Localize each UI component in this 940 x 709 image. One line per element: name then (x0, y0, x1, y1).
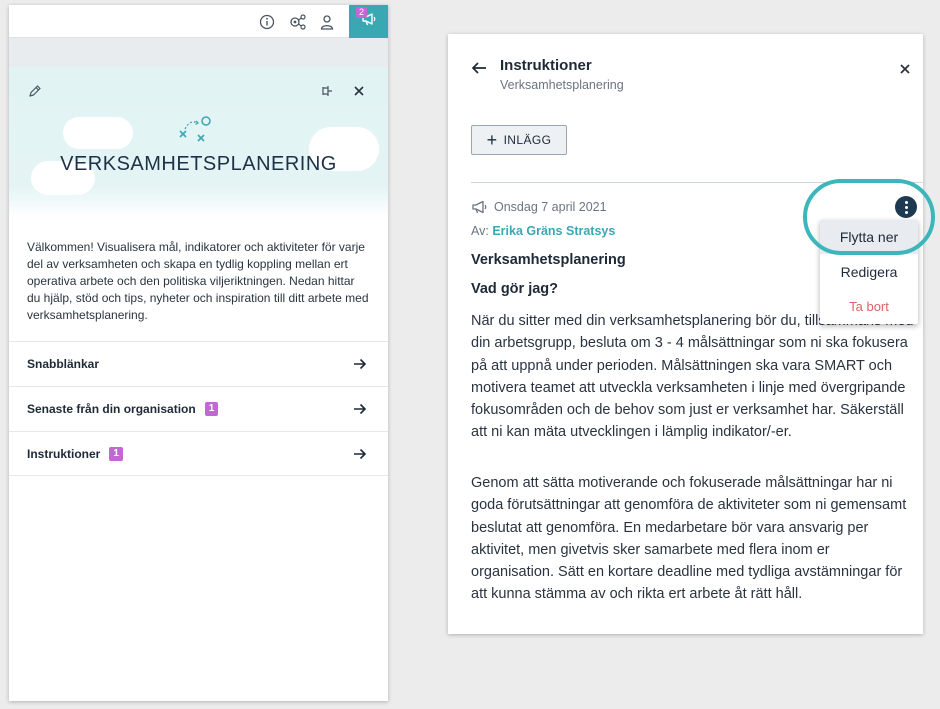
hero-banner: VERKSAMHETSPLANERING (9, 67, 388, 217)
back-arrow-icon[interactable] (470, 60, 488, 81)
menu-item-edit[interactable]: Redigera (820, 255, 918, 289)
pin-icon[interactable] (316, 81, 336, 101)
nav-item-label: Snabblänkar (27, 357, 100, 371)
announcements-badge: 2 (356, 7, 368, 18)
intro-text: Välkommen! Visualisera mål, indikatorer … (27, 240, 369, 322)
pencil-icon[interactable] (25, 81, 45, 101)
settings-network-icon[interactable] (287, 12, 307, 32)
post-date-row: Onsdag 7 april 2021 (471, 200, 607, 214)
post-author-row: Av: Erika Gräns Stratsys (471, 224, 615, 238)
top-toolbar: 2 (9, 5, 388, 38)
post-heading: Verksamhetsplanering (471, 252, 626, 268)
add-post-button[interactable]: + INLÄGG (471, 125, 567, 155)
nav-item-instruktioner[interactable]: Instruktioner 1 (9, 431, 388, 476)
hero-title: VERKSAMHETSPLANERING (60, 153, 337, 175)
nav-item-label: Senaste från din organisation (27, 402, 196, 416)
toolbar-strip (9, 38, 388, 67)
post-paragraph: När du sitter med din verksamhetsplaneri… (471, 313, 914, 441)
post-author-link[interactable]: Erika Gräns Stratsys (492, 224, 615, 238)
cloud-decoration (63, 117, 133, 149)
close-icon[interactable] (899, 62, 911, 80)
menu-item-move-down[interactable]: Flytta ner (820, 220, 918, 254)
user-icon[interactable] (317, 12, 337, 32)
panel-subtitle: Verksamhetsplanering (500, 78, 624, 92)
post-subheading: Vad gör jag? (471, 281, 559, 297)
divider (471, 182, 923, 183)
megaphone-icon (472, 200, 487, 214)
nav-item-snabblankar[interactable]: Snabblänkar (9, 341, 388, 386)
post-options-menu: Flytta ner Redigera Ta bort (820, 220, 918, 324)
author-prefix: Av: (471, 224, 489, 238)
nav-count-badge: 1 (109, 446, 123, 461)
close-icon[interactable] (349, 81, 369, 101)
plus-icon: + (486, 130, 498, 150)
instructions-panel: Instruktioner Verksamhetsplanering + INL… (448, 34, 923, 634)
start-panel: 2 VERKSAMHETSPLANERING Välkommen! Visual… (9, 5, 388, 701)
arrow-right-icon (352, 401, 368, 422)
panel-title: Instruktioner (500, 57, 592, 74)
post-date: Onsdag 7 april 2021 (494, 200, 607, 214)
strategy-icon (178, 115, 214, 150)
info-icon[interactable] (257, 12, 277, 32)
arrow-right-icon (352, 446, 368, 467)
post-options-button[interactable] (895, 196, 917, 218)
post-paragraph: Genom att sätta motiverande och fokusera… (471, 475, 907, 603)
nav-count-badge: 1 (204, 402, 219, 416)
menu-item-delete[interactable]: Ta bort (820, 289, 918, 323)
arrow-right-icon (352, 356, 368, 377)
announcements-button[interactable]: 2 (349, 5, 388, 38)
nav-item-label: Instruktioner (27, 446, 101, 461)
add-post-label: INLÄGG (503, 133, 552, 147)
nav-item-senaste[interactable]: Senaste från din organisation 1 (9, 386, 388, 431)
